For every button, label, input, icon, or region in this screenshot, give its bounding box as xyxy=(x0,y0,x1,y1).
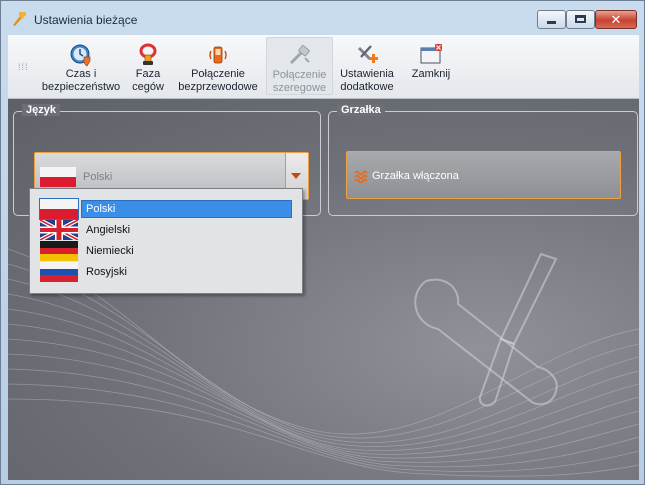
heater-button-label: Grzałka włączona xyxy=(372,170,459,182)
maximize-button[interactable] xyxy=(566,10,595,29)
germany-flag-icon xyxy=(40,241,78,261)
language-option-label: Rosyjski xyxy=(86,266,127,278)
close-window-button[interactable]: ✕ xyxy=(595,10,637,29)
toolbar: ⁞⁞⁞ Czas i bezpieczeństwo Faza cegów Poł… xyxy=(8,35,639,99)
language-option-label: Niemiecki xyxy=(86,245,134,257)
toolbar-time-security-button[interactable]: Czas i bezpieczeństwo xyxy=(40,37,122,95)
heater-toggle-button[interactable]: Grzałka włączona xyxy=(346,151,621,199)
uk-flag-icon xyxy=(40,220,78,240)
toolbar-clamp-phase-button[interactable]: Faza cegów xyxy=(123,37,173,95)
toolbar-additional-settings-button[interactable]: Ustawienia dodatkowe xyxy=(336,37,398,95)
close-window-icon xyxy=(420,44,442,64)
minimize-icon xyxy=(547,21,556,24)
toolbar-serial-label: Połączenie szeregowe xyxy=(272,69,327,94)
minimize-button[interactable] xyxy=(537,10,566,29)
poland-flag-icon xyxy=(39,198,79,220)
title-bar: Ustawienia bieżące ✕ xyxy=(1,1,644,35)
poland-flag-icon xyxy=(40,167,76,187)
russia-flag-icon xyxy=(40,262,78,282)
heater-icon xyxy=(354,170,368,183)
language-option-label: Angielski xyxy=(86,224,131,236)
language-option-niemiecki[interactable]: Niemiecki xyxy=(40,241,294,262)
clamp-phase-icon xyxy=(139,43,157,65)
language-group-title: Język xyxy=(22,104,60,116)
wireless-phone-icon xyxy=(209,46,227,64)
toolbar-grip-icon[interactable]: ⁞⁞⁞ xyxy=(18,62,29,72)
clock-shield-icon xyxy=(70,44,91,67)
language-option-rosyjski[interactable]: Rosyjski xyxy=(40,262,294,283)
toolbar-wireless-label: Połączenie bezprzewodowe xyxy=(178,68,258,93)
close-icon: ✕ xyxy=(610,12,622,27)
window-title: Ustawienia bieżące xyxy=(34,13,138,27)
toolbar-clamp-phase-label: Faza cegów xyxy=(132,68,164,93)
toolbar-wireless-button[interactable]: Połączenie bezprzewodowe xyxy=(175,37,261,95)
toolbar-close-button[interactable]: Zamknij xyxy=(403,37,459,95)
language-option-label: Polski xyxy=(86,203,116,215)
toolbar-time-security-label: Czas i bezpieczeństwo xyxy=(41,68,121,93)
language-select-value: Polski xyxy=(83,171,113,183)
toolbar-serial-button[interactable]: Połączenie szeregowe xyxy=(266,37,333,95)
toolbar-close-label: Zamknij xyxy=(411,68,451,80)
language-option-polski[interactable]: Polski xyxy=(39,198,294,220)
chevron-down-icon xyxy=(291,173,301,179)
toolbar-additional-settings-label: Ustawienia dodatkowe xyxy=(340,68,394,93)
serial-cable-icon xyxy=(289,45,310,65)
maximize-icon xyxy=(575,15,586,23)
language-option-angielski[interactable]: Angielski xyxy=(40,220,294,241)
heater-group-title: Grzałka xyxy=(337,104,385,116)
language-dropdown-list: Polski Angielski Niemiecki Rosyjski xyxy=(29,188,303,294)
settings-window: Ustawienia bieżące ✕ ⁞⁞⁞ Czas i bezpiecz… xyxy=(0,0,645,485)
tools-plus-icon xyxy=(357,45,378,63)
heater-group: Grzałka Grzałka włączona xyxy=(328,104,638,216)
app-icon xyxy=(13,12,26,26)
